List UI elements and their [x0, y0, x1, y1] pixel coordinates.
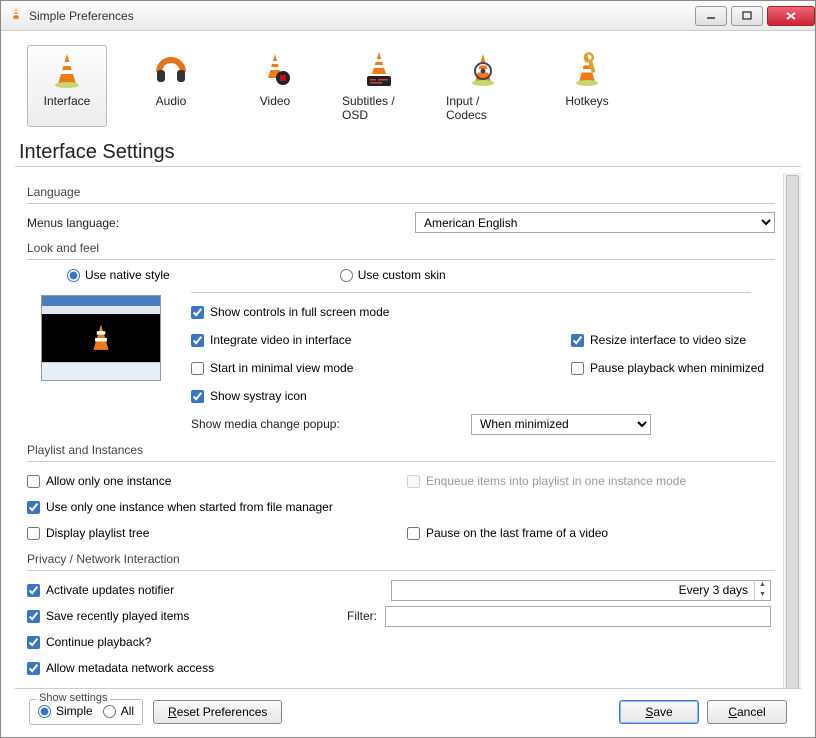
tab-codecs[interactable]: Input / Codecs	[443, 45, 523, 127]
cb-one-from-fm[interactable]: Use only one instance when started from …	[27, 500, 333, 514]
tab-audio[interactable]: Audio	[131, 45, 211, 127]
preview-thumbnail	[41, 295, 161, 381]
spin-up-icon: ▲	[755, 580, 770, 590]
cb-one-instance[interactable]: Allow only one instance	[27, 474, 407, 488]
window-title: Simple Preferences	[29, 9, 691, 23]
cb-playlist-tree[interactable]: Display playlist tree	[27, 526, 407, 540]
filter-input[interactable]	[385, 606, 771, 627]
radio-custom-skin[interactable]: Use custom skin	[340, 268, 446, 282]
update-interval-spinbox[interactable]: Every 3 days▲▼	[391, 580, 771, 601]
tab-subtitles[interactable]: Subtitles / OSD	[339, 45, 419, 127]
group-privacy: Privacy / Network Interaction	[27, 552, 775, 566]
group-playlist: Playlist and Instances	[27, 443, 775, 457]
radio-all[interactable]: All	[103, 704, 134, 718]
minimize-button[interactable]	[695, 6, 727, 26]
category-tabs: Interface Audio Video Subtitles / OSD In…	[15, 41, 801, 135]
cb-enqueue: Enqueue items into playlist in one insta…	[407, 474, 775, 488]
cb-pause-last-frame[interactable]: Pause on the last frame of a video	[407, 526, 775, 540]
cb-minimal-view[interactable]: Start in minimal view mode	[191, 361, 571, 375]
cb-resize-interface[interactable]: Resize interface to video size	[571, 333, 775, 347]
filter-label: Filter:	[347, 609, 377, 623]
cb-continue-playback[interactable]: Continue playback?	[27, 635, 151, 649]
page-title: Interface Settings	[19, 141, 801, 164]
scrollbar[interactable]	[783, 173, 801, 688]
show-settings-group: Show settings Simple All	[29, 699, 143, 725]
titlebar: Simple Preferences	[1, 1, 815, 31]
tab-hotkeys[interactable]: Hotkeys	[547, 45, 627, 127]
cb-metadata-access[interactable]: Allow metadata network access	[27, 661, 214, 675]
menus-language-select[interactable]: American English	[415, 212, 775, 233]
close-button[interactable]	[767, 6, 815, 26]
scrollbar-thumb[interactable]	[786, 175, 799, 689]
media-popup-select[interactable]: When minimized	[471, 414, 651, 435]
menus-language-label: Menus language:	[27, 216, 395, 230]
group-osi: Operating System Integration	[27, 687, 775, 688]
cancel-button[interactable]: Cancel	[707, 700, 787, 724]
group-look: Look and feel	[27, 241, 775, 255]
cb-systray[interactable]: Show systray icon	[191, 389, 571, 403]
popup-label: Show media change popup:	[191, 417, 340, 431]
cb-integrate-video[interactable]: Integrate video in interface	[191, 333, 571, 347]
reset-preferences-button[interactable]: Reset Preferences	[153, 700, 282, 724]
radio-native-style[interactable]: Use native style	[67, 268, 170, 282]
cb-fullscreen-controls[interactable]: Show controls in full screen mode	[191, 305, 571, 319]
tab-video[interactable]: Video	[235, 45, 315, 127]
save-button[interactable]: Save	[619, 700, 699, 724]
group-language: Language	[27, 185, 775, 199]
maximize-button[interactable]	[731, 6, 763, 26]
vlc-cone-icon	[9, 7, 23, 24]
radio-simple[interactable]: Simple	[38, 704, 93, 718]
cb-updates[interactable]: Activate updates notifier	[27, 583, 391, 597]
cb-pause-minimized[interactable]: Pause playback when minimized	[571, 361, 775, 375]
tab-interface[interactable]: Interface	[27, 45, 107, 127]
spin-down-icon: ▼	[755, 590, 770, 600]
